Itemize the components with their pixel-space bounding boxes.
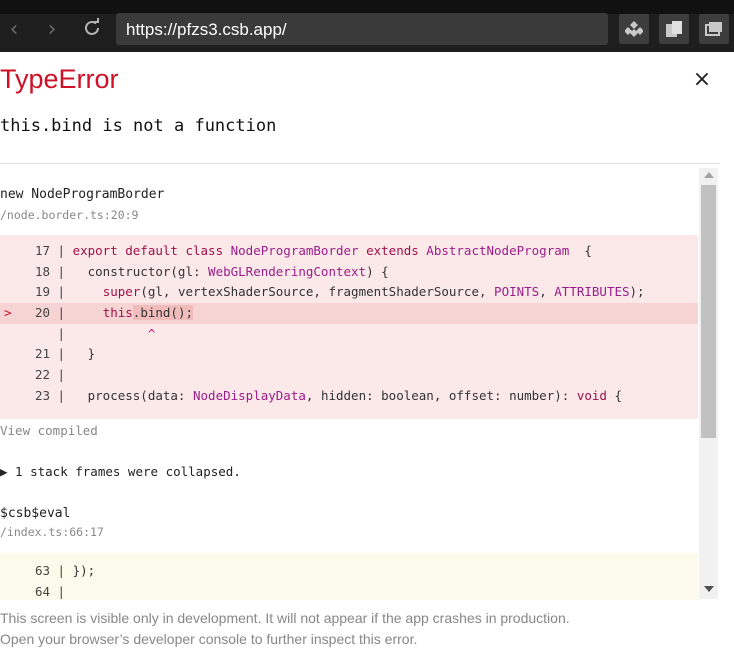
gutter-separator: | — [50, 583, 73, 599]
scrollbar[interactable] — [699, 168, 718, 599]
code-token: , hidden: boolean, offset: number): — [305, 387, 577, 403]
code-line: >20 | this.bind(); — [0, 303, 698, 324]
code-token: ATTRIBUTES — [554, 284, 630, 300]
line-number: 19 — [34, 284, 50, 300]
scroll-up-icon[interactable] — [704, 172, 714, 178]
code-token: this — [102, 305, 133, 321]
code-token: ); — [629, 284, 645, 300]
scrollbar-thumb[interactable] — [701, 185, 716, 438]
code-token: NodeProgramBorder — [230, 243, 359, 258]
footer-console-note: Open your browser’s developer console to… — [0, 631, 418, 647]
frame-location[interactable]: /node.border.ts:20:9 — [0, 208, 138, 222]
gutter-separator: | — [50, 305, 73, 321]
code-line: | ^ — [0, 324, 698, 345]
code-token: super — [102, 284, 141, 300]
sidebar-icon[interactable] — [659, 14, 689, 44]
line-number: 18 — [34, 263, 50, 279]
gutter-separator: | — [50, 563, 73, 578]
code-token: { — [569, 243, 592, 258]
frame-function: $csb$eval — [0, 506, 71, 521]
code-line: 63 | }); — [0, 561, 698, 582]
line-number: 63 — [34, 563, 50, 578]
code-token: .bind(); — [132, 305, 194, 321]
url-text: https://pfzs3.csb.app/ — [126, 20, 287, 39]
close-icon[interactable]: × — [692, 69, 712, 91]
code-line: 23 | process(data: NodeDisplayData, hidd… — [0, 386, 698, 407]
error-message: this.bind is not a function — [0, 116, 277, 136]
back-icon[interactable]: ‹ — [2, 18, 26, 42]
code-token: constructor(gl: — [72, 263, 209, 279]
code-line: 19 | super(gl, vertexShaderSource, fragm… — [0, 282, 698, 303]
code-token: , — [539, 284, 555, 300]
stack-trace[interactable]: new NodeProgramBorder /node.border.ts:20… — [0, 164, 698, 600]
line-number: 21 — [34, 346, 50, 362]
frame-location[interactable]: /index.ts:66:17 — [0, 525, 104, 539]
gutter-separator: | — [50, 387, 73, 403]
code-snippet: 17 | export default class NodeProgramBor… — [0, 235, 698, 419]
line-number: 64 — [34, 583, 50, 599]
code-token: export default class — [72, 243, 231, 258]
code-line: 21 | } — [0, 344, 698, 365]
code-token: POINTS — [494, 284, 540, 300]
error-line-marker: > — [4, 305, 12, 321]
forward-icon[interactable]: › — [40, 18, 64, 42]
frame-function: new NodeProgramBorder — [0, 187, 165, 202]
code-token: } — [72, 346, 96, 362]
gutter-separator: | — [50, 346, 73, 362]
scroll-down-icon[interactable] — [704, 586, 714, 592]
windows-icon[interactable] — [699, 14, 729, 44]
code-line: 17 | export default class NodeProgramBor… — [0, 241, 698, 262]
browser-toolbar: ‹ › https://pfzs3.csb.app/ — [0, 0, 734, 52]
code-line: 22 | — [0, 365, 698, 386]
code-token: WebGLRenderingContext — [208, 263, 367, 279]
code-token: AbstractNodeProgram — [426, 243, 570, 258]
gutter-separator: | — [50, 325, 73, 341]
gutter-separator: | — [50, 367, 73, 383]
code-token: extends — [358, 243, 427, 258]
code-token: { — [606, 387, 622, 403]
toolbar-edge — [0, 0, 734, 14]
code-token: ) { — [366, 263, 389, 279]
error-overlay: TypeError × this.bind is not a function … — [0, 52, 734, 649]
extension-icon[interactable] — [619, 14, 649, 44]
line-number: 17 — [34, 243, 50, 258]
code-token: ^ — [147, 325, 156, 341]
code-line: 64 | — [0, 582, 698, 600]
gutter-separator: | — [50, 284, 73, 300]
address-bar[interactable]: https://pfzs3.csb.app/ — [116, 13, 608, 45]
code-token: void — [576, 387, 607, 403]
line-number: 22 — [34, 367, 50, 383]
code-snippet: 63 | }); 64 | — [0, 553, 698, 600]
gutter-separator: | — [50, 263, 73, 279]
error-title: TypeError — [0, 64, 119, 94]
code-token: (gl, vertexShaderSource, fragmentShaderS… — [140, 284, 495, 300]
collapsed-frames-toggle[interactable]: ▶ 1 stack frames were collapsed. — [0, 464, 241, 479]
line-number: 23 — [34, 387, 50, 403]
reload-icon[interactable] — [80, 16, 104, 40]
code-token: }); — [72, 563, 96, 578]
code-token: process(data: — [72, 387, 193, 403]
code-token: NodeDisplayData — [193, 387, 306, 403]
footer-dev-note: This screen is visible only in developme… — [0, 610, 570, 626]
gutter-separator: | — [50, 243, 73, 258]
view-compiled-link[interactable]: View compiled — [0, 423, 98, 438]
code-line: 18 | constructor(gl: WebGLRenderingConte… — [0, 262, 698, 283]
